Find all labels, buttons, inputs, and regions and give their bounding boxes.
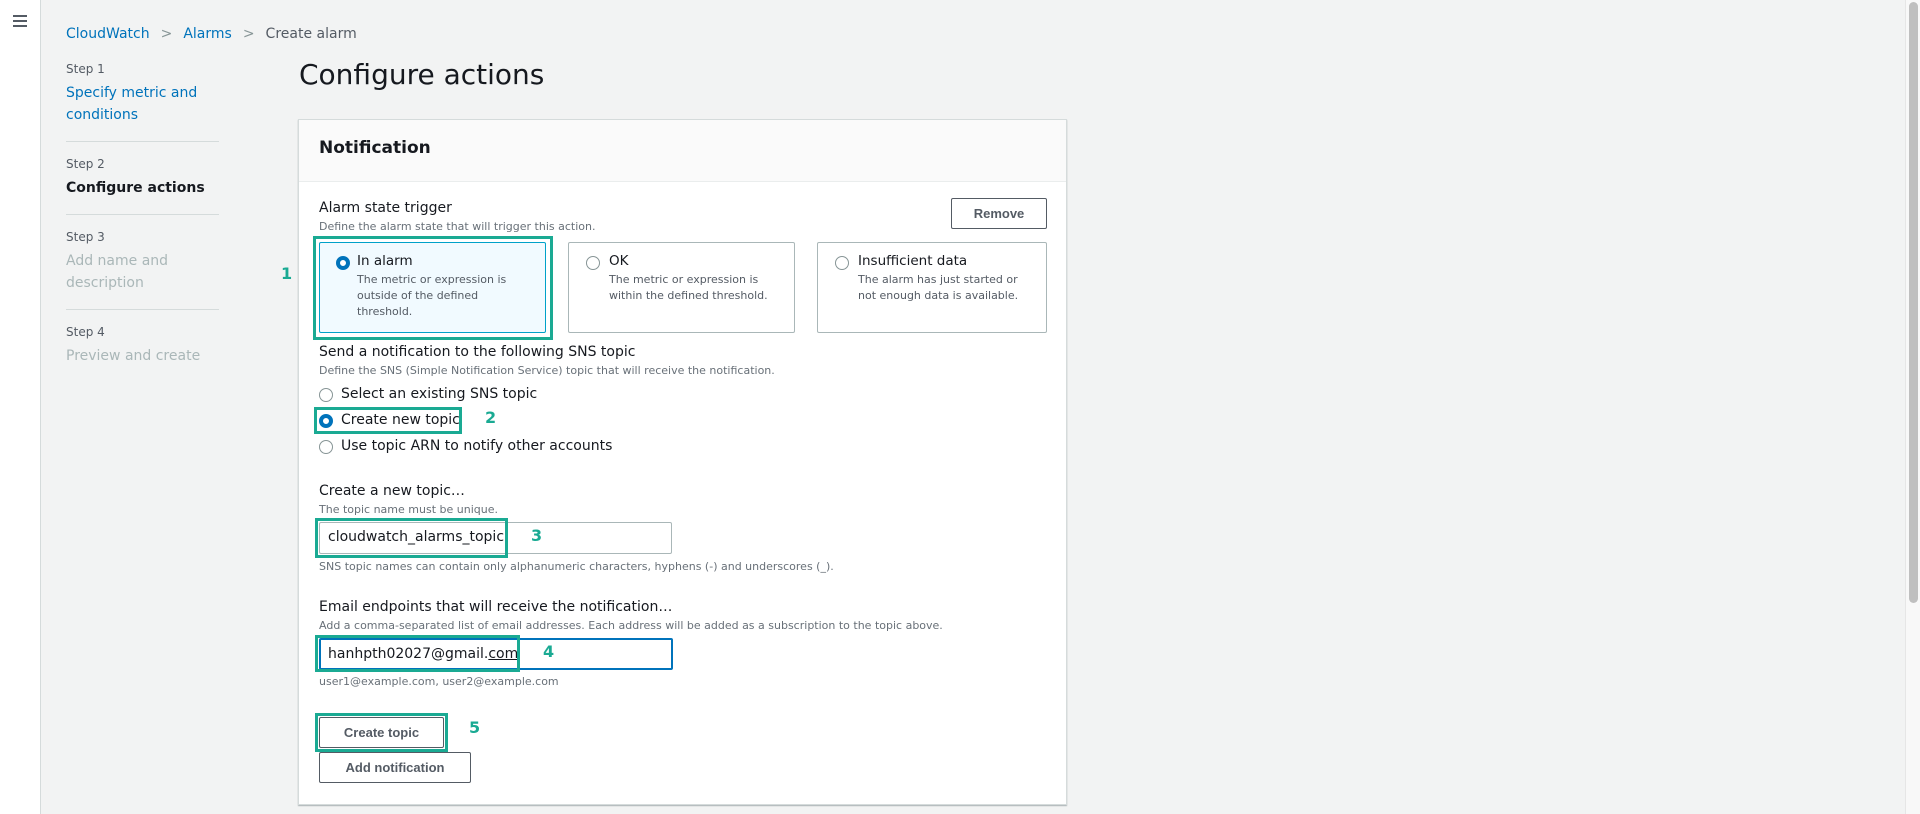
- email-hint: user1@example.com, user2@example.com: [319, 675, 559, 688]
- annotation-4: 4: [543, 642, 555, 661]
- text-cursor: [518, 645, 520, 660]
- alarm-state-tile-in-alarm[interactable]: In alarm The metric or expression is out…: [319, 242, 546, 333]
- add-notification-button[interactable]: Add notification: [319, 752, 471, 783]
- tile-label: In alarm: [357, 253, 413, 269]
- menu-icon[interactable]: [13, 15, 27, 27]
- radio-option-topic-arn[interactable]: Use topic ARN to notify other accounts: [319, 438, 612, 454]
- breadcrumb: CloudWatch > Alarms > Create alarm: [66, 26, 357, 42]
- radio-create-new-topic[interactable]: [319, 414, 333, 428]
- side-navigation-rail: [0, 0, 41, 814]
- panel-header: Notification: [299, 120, 1066, 182]
- radio-existing-topic[interactable]: [319, 388, 333, 402]
- tile-label: OK: [609, 253, 629, 269]
- tile-description: The alarm has just started or not enough…: [858, 273, 1019, 302]
- notification-panel: Notification Alarm state trigger Define …: [298, 119, 1067, 805]
- wizard-step-4: Step 4 Preview and create: [66, 325, 219, 382]
- step-title-add-name: Add name and description: [66, 253, 169, 291]
- step-number: Step 4: [66, 325, 105, 339]
- email-value-suffix: com: [488, 646, 519, 662]
- annotation-1: 1: [281, 264, 293, 283]
- email-endpoints-input[interactable]: hanhpth02027@gmail.com: [319, 638, 673, 670]
- wizard-step-1: Step 1 Specify metric and conditions: [66, 62, 219, 142]
- email-description: Add a comma-separated list of email addr…: [319, 619, 943, 632]
- panel-title: Notification: [319, 138, 431, 158]
- radio-option-create-new-topic[interactable]: Create new topic: [319, 412, 460, 428]
- scrollbar-thumb[interactable]: [1909, 2, 1918, 603]
- step-title-preview: Preview and create: [66, 348, 201, 364]
- radio-insufficient-data[interactable]: [835, 256, 849, 270]
- new-topic-description: The topic name must be unique.: [319, 503, 498, 516]
- remove-button[interactable]: Remove: [951, 198, 1047, 229]
- radio-ok[interactable]: [586, 256, 600, 270]
- wizard-step-3: Step 3 Add name and description: [66, 230, 219, 310]
- step-link-specify-metric[interactable]: Specify metric and conditions: [66, 82, 219, 126]
- radio-label: Select an existing SNS topic: [341, 386, 538, 402]
- page-title: Configure actions: [299, 58, 545, 91]
- topic-name-value: cloudwatch_alarms_topic: [328, 529, 505, 545]
- create-topic-button[interactable]: Create topic: [319, 717, 444, 748]
- wizard-step-2: Step 2 Configure actions: [66, 157, 219, 215]
- tile-label: Insufficient data: [858, 253, 968, 269]
- alarm-state-tile-insufficient[interactable]: Insufficient data The alarm has just sta…: [817, 242, 1047, 333]
- annotation-3: 3: [531, 526, 543, 545]
- radio-label: Use topic ARN to notify other accounts: [341, 438, 613, 454]
- annotation-5: 5: [469, 718, 481, 737]
- chevron-right-icon: >: [160, 26, 173, 42]
- breadcrumb-alarms[interactable]: Alarms: [183, 26, 232, 42]
- topic-name-constraint: SNS topic names can contain only alphanu…: [319, 560, 834, 573]
- alarm-state-description: Define the alarm state that will trigger…: [319, 220, 596, 233]
- topic-name-input[interactable]: cloudwatch_alarms_topic: [319, 522, 672, 554]
- radio-label: Create new topic: [341, 412, 460, 428]
- step-number: Step 2: [66, 157, 105, 171]
- breadcrumb-cloudwatch[interactable]: CloudWatch: [66, 26, 150, 42]
- tile-description: The metric or expression is within the d…: [609, 273, 768, 302]
- radio-option-existing-topic[interactable]: Select an existing SNS topic: [319, 386, 537, 402]
- alarm-state-tile-ok[interactable]: OK The metric or expression is within th…: [568, 242, 795, 333]
- radio-topic-arn[interactable]: [319, 440, 333, 454]
- step-title-configure-actions: Configure actions: [66, 180, 205, 196]
- wizard-steps: Step 1 Specify metric and conditions Ste…: [66, 62, 219, 397]
- radio-in-alarm[interactable]: [336, 256, 350, 270]
- vertical-scrollbar[interactable]: [1905, 0, 1920, 814]
- alarm-state-label: Alarm state trigger: [319, 200, 452, 216]
- step-number: Step 3: [66, 230, 105, 244]
- chevron-right-icon: >: [242, 26, 255, 42]
- email-label: Email endpoints that will receive the no…: [319, 599, 673, 615]
- step-number: Step 1: [66, 62, 105, 76]
- breadcrumb-current: Create alarm: [265, 26, 357, 42]
- sns-label: Send a notification to the following SNS…: [319, 344, 636, 360]
- annotation-2: 2: [485, 408, 497, 427]
- tile-description: The metric or expression is outside of t…: [357, 273, 507, 318]
- email-value: hanhpth02027@gmail.: [328, 646, 489, 662]
- sns-description: Define the SNS (Simple Notification Serv…: [319, 364, 775, 377]
- new-topic-label: Create a new topic…: [319, 483, 465, 499]
